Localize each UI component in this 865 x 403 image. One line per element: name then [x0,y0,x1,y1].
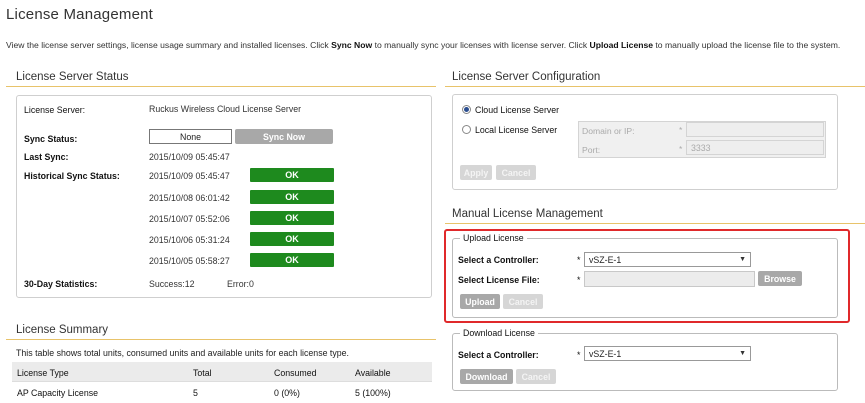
summary-section-title: License Summary [16,324,109,336]
history-time: 2015/10/06 05:31:24 [149,235,230,245]
download-controller-select[interactable]: vSZ-E-1 ▼ [584,346,751,361]
upload-controller-select[interactable]: vSZ-E-1 ▼ [584,252,751,267]
upload-controller-value: vSZ-E-1 [589,254,622,265]
chevron-down-icon: ▼ [739,350,746,357]
intro-sync-now: Sync Now [331,40,373,50]
sync-status-value: None [149,129,232,144]
required-mark: * [577,275,581,285]
col-consumed: Consumed [274,368,317,378]
license-server-label: License Server: [24,105,86,115]
last-sync-value: 2015/10/09 05:45:47 [149,152,230,162]
last-sync-label: Last Sync: [24,152,69,162]
chevron-down-icon: ▼ [739,256,746,263]
table-cell: 5 [193,388,198,398]
upload-controller-label: Select a Controller: [458,255,539,265]
cloud-server-label: Cloud License Server [475,105,560,115]
local-server-radio[interactable] [462,125,471,134]
port-label: Port: [582,145,601,155]
download-controller-value: vSZ-E-1 [589,348,622,359]
upload-legend: Upload License [460,233,527,243]
table-cell: 0 (0%) [274,388,300,398]
download-controller-label: Select a Controller: [458,350,539,360]
intro-text-2: to manually sync your licenses with lice… [372,40,590,50]
intro-text-3: to manually upload the license file to t… [653,40,841,50]
history-ok-badge: OK [250,232,334,246]
config-section-rule [445,86,865,87]
required-mark: * [679,144,683,154]
status-section-title: License Server Status [16,71,129,83]
browse-button[interactable]: Browse [758,271,802,286]
summary-section-rule [6,339,436,340]
stats-error: Error:0 [227,279,254,289]
download-legend: Download License [460,328,538,338]
history-time: 2015/10/07 05:52:06 [149,214,230,224]
sync-status-label: Sync Status: [24,134,78,144]
apply-button[interactable]: Apply [460,165,492,180]
manual-section-rule [445,223,865,224]
local-server-label: Local License Server [475,125,558,135]
page-title: License Management [6,6,154,23]
history-time: 2015/10/09 05:45:47 [149,171,230,181]
history-ok-badge: OK [250,211,334,225]
col-license-type: License Type [17,368,69,378]
table-cell: 5 (100%) [355,388,391,398]
sync-now-button[interactable]: Sync Now [235,129,333,144]
intro-upload-license: Upload License [589,40,654,50]
stats-success: Success:12 [149,279,195,289]
intro-text-1: View the license server settings, licens… [6,40,332,50]
config-section-title: License Server Configuration [452,71,601,83]
stats-label: 30-Day Statistics: [24,279,98,289]
manual-section-title: Manual License Management [452,208,603,220]
col-total: Total [193,368,212,378]
radio-selected-dot [464,107,469,112]
page-intro: View the license server settings, licens… [6,40,864,52]
download-cancel-button[interactable]: Cancel [516,369,556,384]
history-ok-badge: OK [250,253,334,267]
table-cell: AP Capacity License [17,388,99,398]
config-cancel-button[interactable]: Cancel [496,165,536,180]
required-mark: * [577,255,581,265]
historical-sync-label: Historical Sync Status: [24,171,120,181]
license-file-label: Select License File: [458,275,540,285]
license-server-value: Ruckus Wireless Cloud License Server [149,104,302,114]
upload-button[interactable]: Upload [460,294,500,309]
history-ok-badge: OK [250,190,334,204]
history-time: 2015/10/05 05:58:27 [149,256,230,266]
cloud-server-radio[interactable] [462,105,471,114]
required-mark: * [679,125,683,135]
status-section-rule [6,86,436,87]
col-available: Available [355,368,391,378]
download-button[interactable]: Download [460,369,513,384]
upload-cancel-button[interactable]: Cancel [503,294,543,309]
history-ok-badge: OK [250,168,334,182]
domain-ip-input[interactable] [686,122,824,137]
license-file-input[interactable] [584,271,755,287]
summary-description: This table shows total units, consumed u… [16,348,350,358]
required-mark: * [577,350,581,360]
port-input[interactable]: 3333 [686,140,824,155]
history-time: 2015/10/08 06:01:42 [149,193,230,203]
domain-ip-label: Domain or IP: [582,126,635,136]
